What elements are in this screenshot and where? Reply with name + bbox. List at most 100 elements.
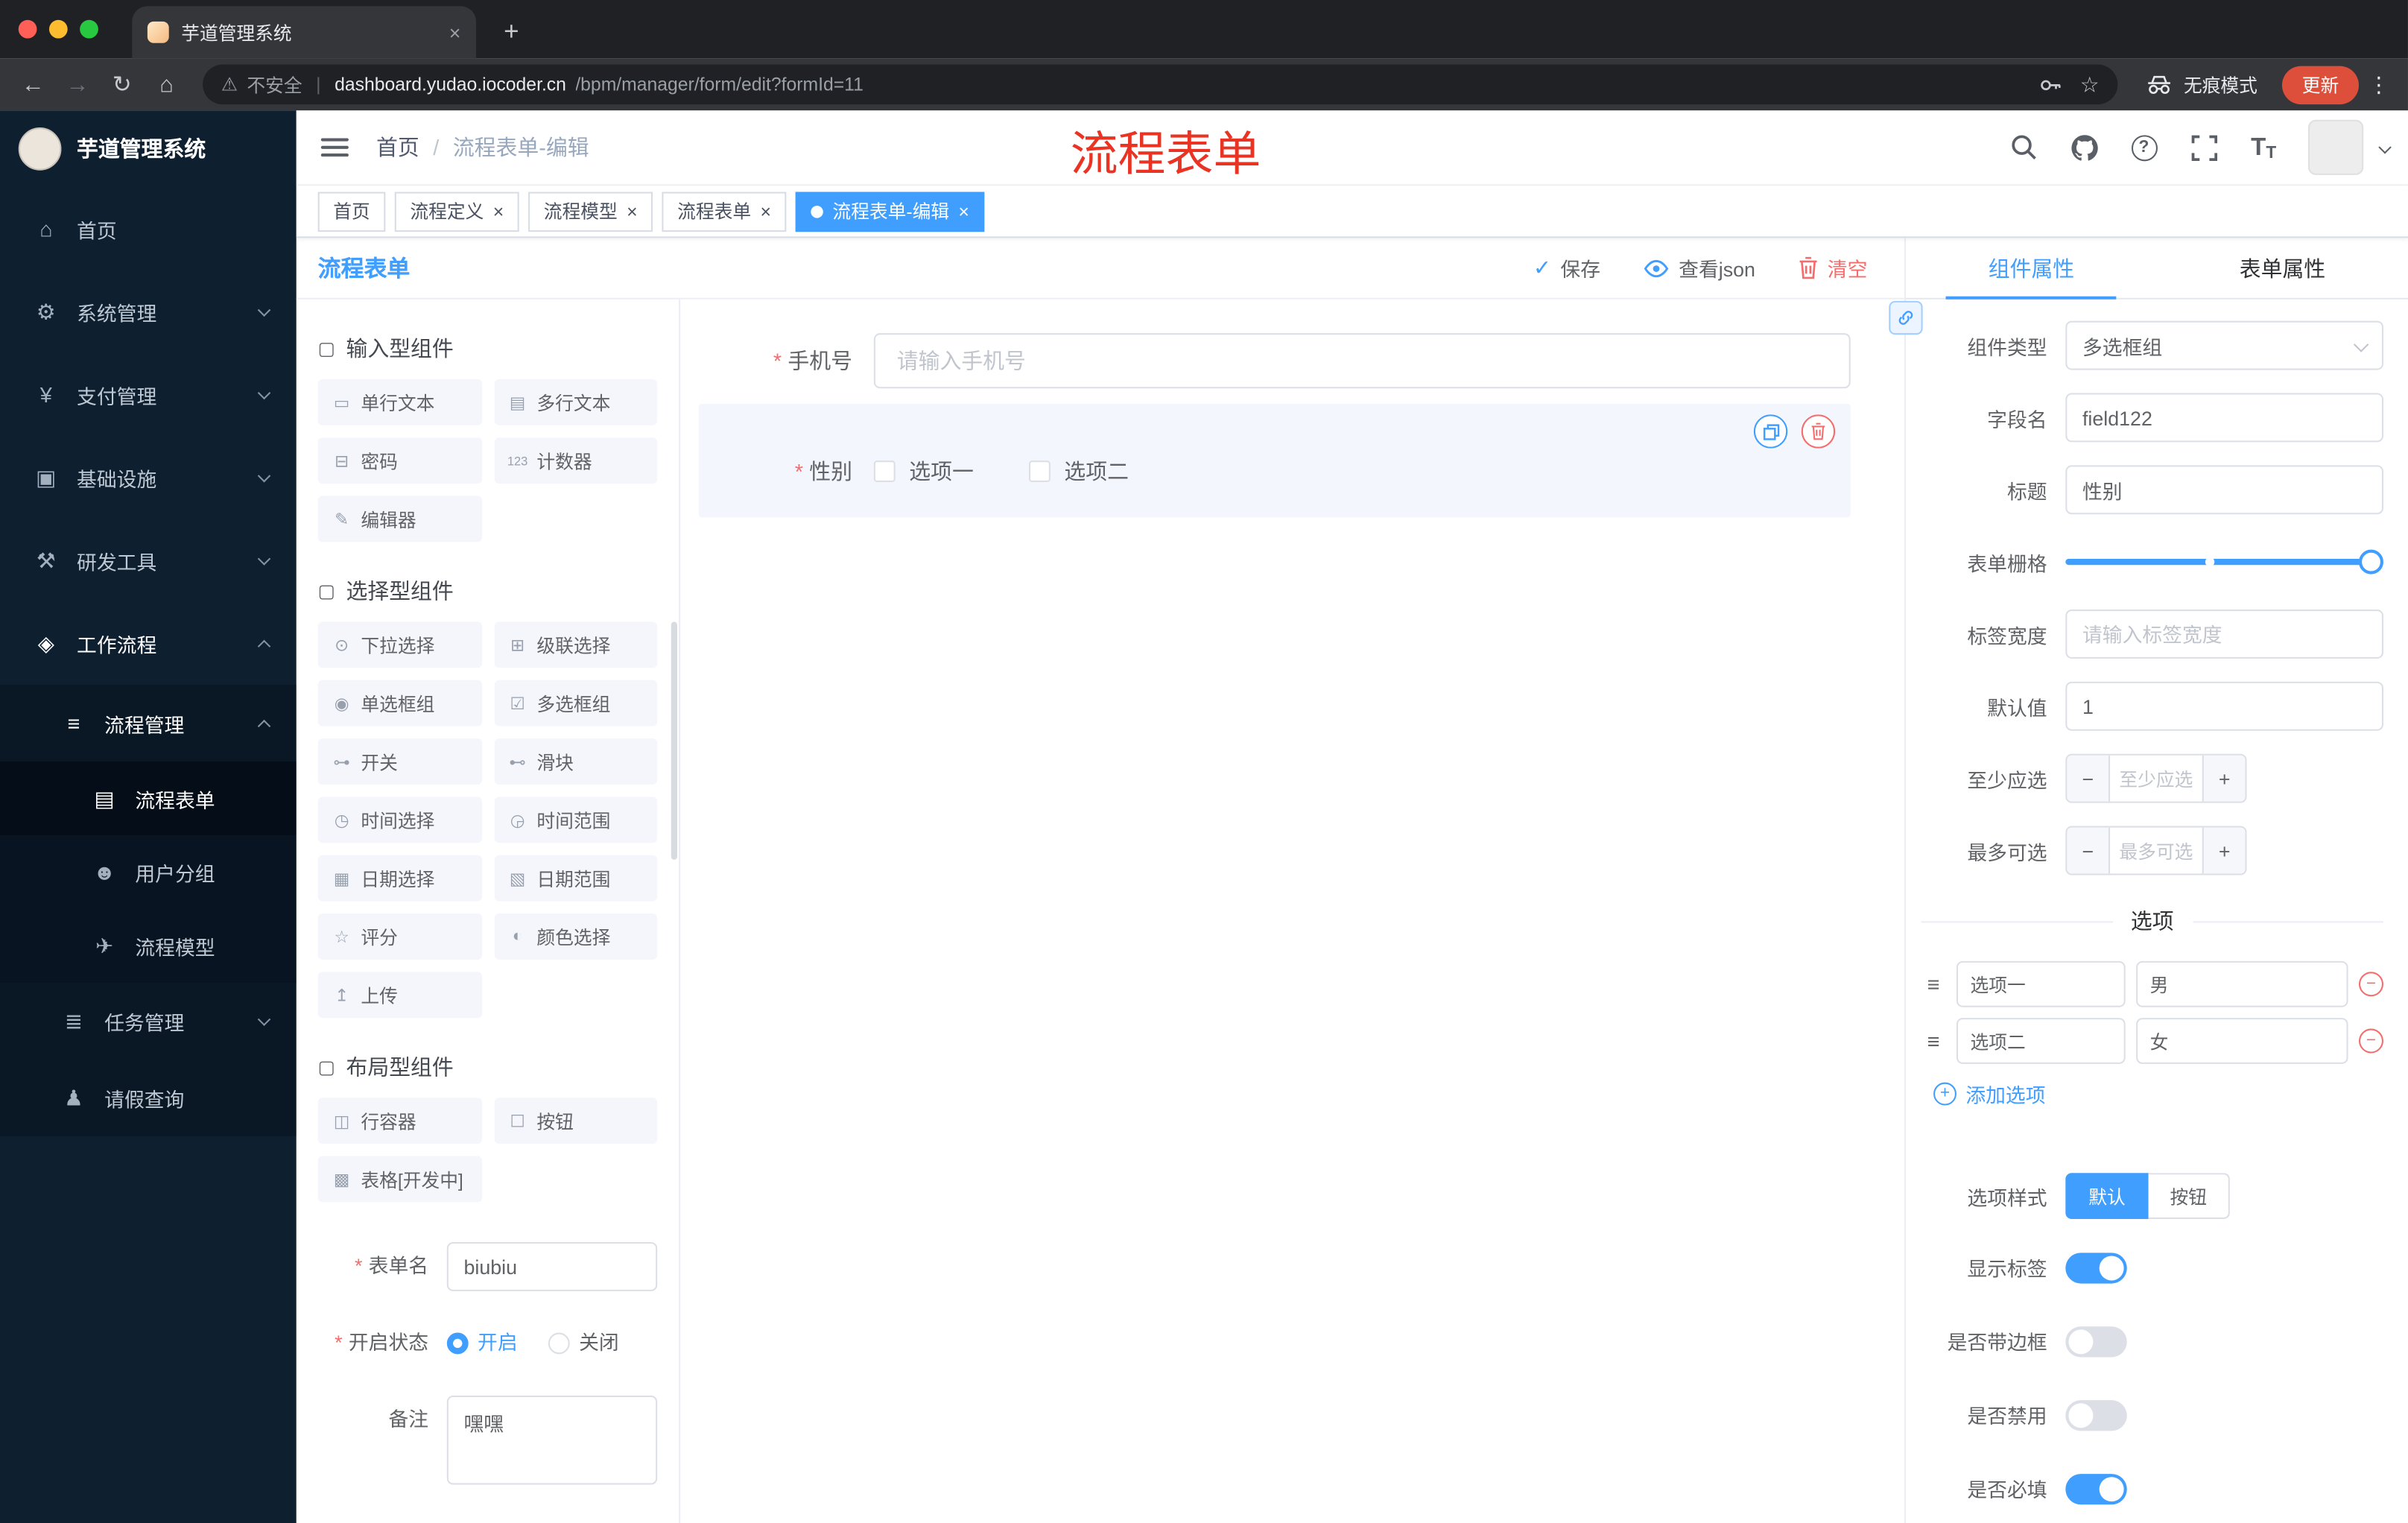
- palette-item-row-container[interactable]: ◫ 行容器: [317, 1098, 482, 1144]
- sidebar-item-infrastructure[interactable]: ▣ 基础设施: [0, 436, 297, 519]
- min-select-value[interactable]: 至少应选: [2110, 756, 2202, 802]
- component-type-value[interactable]: [2065, 320, 2383, 370]
- grid-slider[interactable]: [2065, 549, 2383, 574]
- option-value-input[interactable]: [2136, 960, 2348, 1007]
- avatar-dropdown-icon[interactable]: [2378, 141, 2392, 154]
- sidebar-item-process-model[interactable]: ✈ 流程模型: [0, 908, 297, 983]
- tag-close-icon[interactable]: ×: [760, 202, 770, 221]
- palette-item-rate[interactable]: ☆ 评分: [317, 913, 482, 960]
- sidebar-item-system[interactable]: ⚙ 系统管理: [0, 270, 297, 353]
- remove-option-icon[interactable]: −: [2359, 1028, 2383, 1054]
- remark-textarea[interactable]: 嘿嘿: [446, 1395, 658, 1485]
- browser-tab[interactable]: 芋道管理系统 ×: [132, 6, 476, 59]
- plus-icon[interactable]: +: [2202, 755, 2246, 802]
- tag-process-form-edit[interactable]: 流程表单-编辑 ×: [795, 191, 985, 232]
- palette-item-single-text[interactable]: ▭ 单行文本: [317, 379, 482, 425]
- palette-item-switch[interactable]: ⊶ 开关: [317, 738, 482, 785]
- palette-item-time-picker[interactable]: ◷ 时间选择: [317, 797, 482, 843]
- tag-process-definition[interactable]: 流程定义 ×: [394, 191, 519, 232]
- gender-option2-checkbox[interactable]: 选项二: [1029, 456, 1129, 487]
- sidebar-item-process-management[interactable]: ≡ 流程管理: [0, 685, 297, 762]
- drag-handle-icon[interactable]: ≡: [1921, 972, 1946, 996]
- minus-icon[interactable]: −: [2067, 755, 2111, 802]
- palette-item-cascader[interactable]: ⊞ 级联选择: [493, 621, 658, 668]
- phone-input[interactable]: [873, 333, 1851, 389]
- reload-icon[interactable]: ↻: [101, 64, 143, 106]
- palette-item-slider[interactable]: ⊷ 滑块: [493, 738, 658, 785]
- minus-icon[interactable]: −: [2067, 827, 2111, 874]
- sidebar-brand[interactable]: 芋道管理系统: [0, 110, 297, 187]
- browser-update-button[interactable]: 更新: [2281, 65, 2360, 104]
- tag-home[interactable]: 首页: [317, 191, 386, 232]
- min-select-stepper[interactable]: − 至少应选 +: [2065, 753, 2247, 803]
- bookmark-star-icon[interactable]: ☆: [2080, 72, 2100, 98]
- new-tab-button[interactable]: +: [488, 9, 534, 55]
- max-select-value[interactable]: 最多可选: [2110, 828, 2202, 874]
- tag-close-icon[interactable]: ×: [627, 202, 637, 221]
- field-name-input[interactable]: [2065, 393, 2383, 443]
- palette-item-time-range[interactable]: ◶ 时间范围: [493, 797, 658, 843]
- palette-item-radio-group[interactable]: ◉ 单选框组: [317, 680, 482, 726]
- palette-item-color-picker[interactable]: ◐ 颜色选择: [493, 913, 658, 960]
- save-button[interactable]: ✓ 保存: [1533, 253, 1600, 282]
- search-icon[interactable]: [2009, 132, 2039, 162]
- view-json-button[interactable]: 查看json: [1644, 253, 1755, 282]
- title-input[interactable]: [2065, 465, 2383, 515]
- maximize-window-button[interactable]: [80, 19, 98, 39]
- canvas-field-gender-selected[interactable]: 性别 选项一 选项二: [698, 403, 1851, 518]
- sidebar-item-home[interactable]: ⌂ 首页: [0, 187, 297, 270]
- drag-handle-icon[interactable]: ≡: [1921, 1029, 1946, 1054]
- style-button-button[interactable]: 按钮: [2148, 1173, 2230, 1220]
- option-label-input[interactable]: [1956, 960, 2126, 1007]
- address-bar[interactable]: ⚠ 不安全 | dashboard.yudao.iocoder.cn /bpm/…: [203, 64, 2118, 105]
- palette-item-date-range[interactable]: ▧ 日期范围: [493, 855, 658, 902]
- palette-item-password[interactable]: ⊟ 密码: [317, 437, 482, 484]
- status-off-radio[interactable]: 关闭: [548, 1319, 619, 1368]
- palette-item-date-picker[interactable]: ▦ 日期选择: [317, 855, 482, 902]
- option-value-input[interactable]: [2136, 1018, 2348, 1064]
- tag-close-icon[interactable]: ×: [958, 202, 969, 221]
- required-toggle[interactable]: [2065, 1473, 2127, 1504]
- tag-process-model[interactable]: 流程模型 ×: [528, 191, 653, 232]
- default-value-input[interactable]: [2065, 681, 2383, 731]
- add-option-button[interactable]: + 添加选项: [1933, 1080, 2383, 1109]
- browser-menu-icon[interactable]: ⋮: [2362, 72, 2395, 98]
- palette-item-checkbox-group[interactable]: ☑ 多选框组: [493, 680, 658, 726]
- minimize-window-button[interactable]: [48, 19, 68, 39]
- form-name-input[interactable]: [446, 1241, 658, 1291]
- github-icon[interactable]: [2068, 132, 2099, 162]
- status-on-radio[interactable]: 开启: [446, 1319, 518, 1368]
- browser-home-icon[interactable]: ⌂: [146, 64, 188, 106]
- tab-component-props[interactable]: 组件属性: [1906, 238, 2157, 300]
- breadcrumb-home[interactable]: 首页: [376, 132, 419, 162]
- sidebar-item-payment[interactable]: ¥ 支付管理: [0, 353, 297, 436]
- forward-icon[interactable]: →: [57, 64, 98, 106]
- link-icon-button[interactable]: [1889, 300, 1923, 335]
- palette-item-editor[interactable]: ✎ 编辑器: [317, 495, 482, 542]
- palette-item-button[interactable]: ☐ 按钮: [493, 1098, 658, 1144]
- palette-item-table[interactable]: ▩ 表格[开发中]: [317, 1156, 482, 1203]
- palette-item-upload[interactable]: ↥ 上传: [317, 972, 482, 1019]
- palette-scrollbar[interactable]: [671, 621, 677, 860]
- sidebar-item-user-group[interactable]: ☻ 用户分组: [0, 835, 297, 909]
- form-canvas[interactable]: 手机号: [680, 299, 1904, 1523]
- clear-button[interactable]: 清空: [1799, 253, 1867, 282]
- close-window-button[interactable]: [18, 19, 37, 39]
- option-label-input[interactable]: [1956, 1018, 2126, 1064]
- plus-icon[interactable]: +: [2202, 827, 2246, 874]
- password-key-icon[interactable]: [2040, 73, 2063, 96]
- delete-component-button[interactable]: [1801, 414, 1836, 449]
- max-select-stepper[interactable]: − 最多可选 +: [2065, 826, 2247, 876]
- label-width-input[interactable]: [2065, 609, 2383, 659]
- component-type-select[interactable]: [2065, 320, 2383, 370]
- sidebar-item-task-management[interactable]: ≣ 任务管理: [0, 983, 297, 1060]
- collapse-sidebar-icon[interactable]: [320, 138, 349, 157]
- sidebar-item-workflow[interactable]: ◈ 工作流程: [0, 602, 297, 685]
- style-default-button[interactable]: 默认: [2065, 1173, 2149, 1220]
- fullscreen-icon[interactable]: [2188, 132, 2219, 162]
- sidebar-item-devtools[interactable]: ⚒ 研发工具: [0, 519, 297, 601]
- palette-item-multi-text[interactable]: ▤ 多行文本: [493, 379, 658, 425]
- canvas-field-phone[interactable]: 手机号: [699, 333, 1851, 389]
- back-icon[interactable]: ←: [12, 64, 54, 106]
- disabled-toggle[interactable]: [2065, 1399, 2127, 1431]
